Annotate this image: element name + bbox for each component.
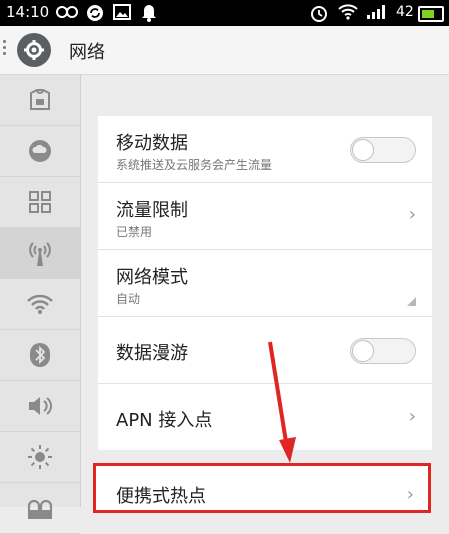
annotation-arrow (268, 341, 296, 463)
